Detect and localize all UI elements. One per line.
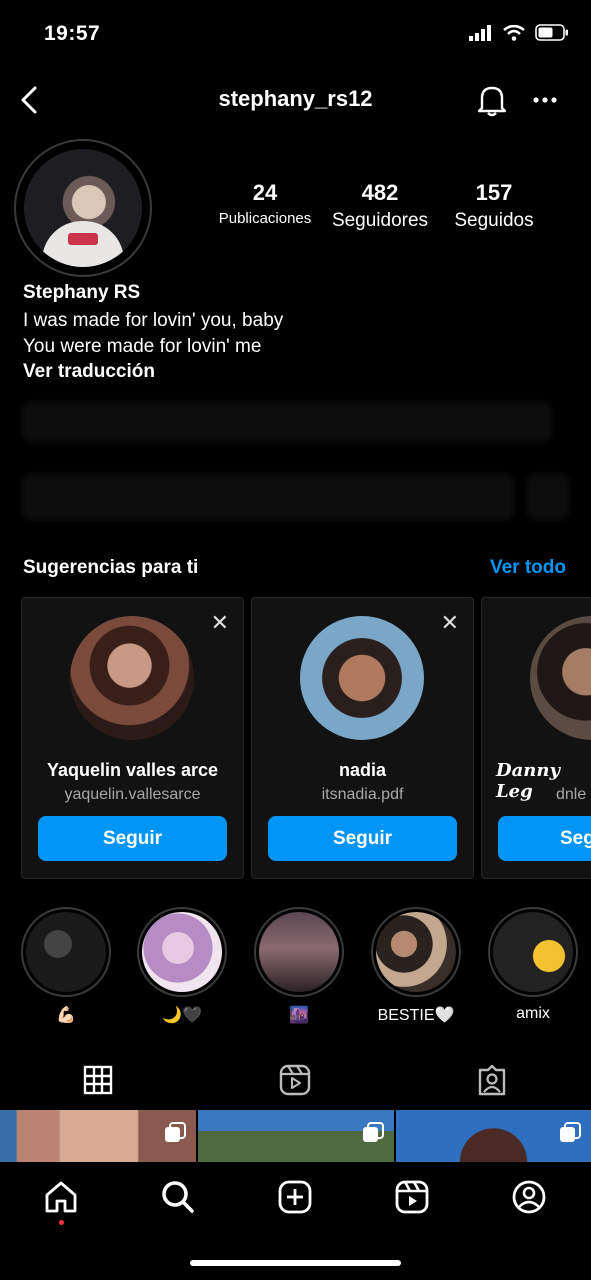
status-icons <box>469 24 569 41</box>
status-time: 19:57 <box>44 22 101 45</box>
highlight-caption: amix <box>516 1005 550 1022</box>
avatar[interactable] <box>24 149 142 267</box>
suggestion-card[interactable]: ✕ Yaquelin valles arce yaquelin.vallesar… <box>21 597 244 879</box>
notification-dot <box>59 1220 64 1225</box>
tab-grid[interactable] <box>68 1062 128 1098</box>
tagged-icon <box>478 1064 506 1096</box>
create-icon <box>278 1180 312 1214</box>
follow-button[interactable]: Seguir <box>268 816 457 861</box>
post-thumbnail[interactable] <box>198 1110 394 1162</box>
battery-icon <box>535 24 568 41</box>
highlight-cover <box>26 912 106 992</box>
translate-link[interactable]: Ver traducción <box>23 361 155 383</box>
highlight-cover <box>376 912 456 992</box>
highlight-item[interactable]: amix <box>487 907 579 1023</box>
nav-home[interactable] <box>31 1177 91 1217</box>
tab-reels[interactable] <box>265 1062 325 1098</box>
blurred-action-buttons <box>22 474 514 520</box>
more-icon <box>533 97 557 103</box>
grid-icon <box>83 1065 113 1095</box>
signal-icon <box>469 24 491 41</box>
post-thumbnail[interactable] <box>0 1110 196 1162</box>
suggestion-card[interactable]: Danny Leg dnle Seg <box>481 597 591 879</box>
highlight-item[interactable]: 🌙🖤 <box>136 907 228 1025</box>
highlight-item[interactable]: 💪🏻 <box>20 907 112 1025</box>
multi-post-icon <box>560 1122 581 1142</box>
highlight-item[interactable]: 🌆 <box>253 907 345 1025</box>
home-icon <box>45 1181 77 1213</box>
tab-tagged[interactable] <box>462 1062 522 1098</box>
bio-line-1: I was made for lovin' you, baby <box>23 310 284 331</box>
reels-icon <box>279 1064 311 1096</box>
suggestion-avatar[interactable] <box>530 616 591 740</box>
highlight-caption: 🌆 <box>289 1007 309 1024</box>
blurred-add-user-button <box>527 474 569 520</box>
nav-profile[interactable] <box>499 1177 559 1217</box>
bio-line-2: You were made for lovin' me <box>23 336 262 357</box>
reels-icon <box>395 1180 429 1214</box>
suggestion-name: nadia <box>338 760 386 780</box>
multi-post-icon <box>165 1122 186 1142</box>
home-indicator <box>190 1260 401 1266</box>
wifi-icon <box>503 24 525 41</box>
highlight-caption: 💪🏻 <box>56 1007 76 1024</box>
stat-posts-count: 24 <box>252 180 278 205</box>
close-icon[interactable]: ✕ <box>211 610 229 636</box>
suggestion-username: yaquelin.vallesarce <box>64 786 201 803</box>
suggestion-name: Yaquelin valles arce <box>46 760 219 780</box>
profile-icon <box>512 1180 546 1214</box>
see-all-link[interactable]: Ver todo <box>490 557 566 579</box>
suggestion-avatar[interactable] <box>300 616 424 740</box>
stat-posts-label: Publicaciones <box>218 210 312 227</box>
suggestion-card[interactable]: ✕ nadia itsnadia.pdf Seguir <box>251 597 474 879</box>
suggestion-username: itsnadia.pdf <box>321 786 404 803</box>
suggestion-username: dnle <box>556 786 587 803</box>
highlight-cover <box>142 912 222 992</box>
display-name: Stephany RS <box>23 282 141 303</box>
stat-followers[interactable]: 482 Seguidores <box>326 180 434 232</box>
notifications-button[interactable] <box>474 82 510 118</box>
suggestion-avatar[interactable] <box>70 616 194 740</box>
follow-button[interactable]: Seguir <box>38 816 227 861</box>
suggestions-title: Sugerencias para ti <box>23 557 199 578</box>
multi-post-icon <box>363 1122 384 1142</box>
highlight-cover <box>259 912 339 992</box>
nav-search[interactable] <box>148 1177 208 1217</box>
highlight-cover <box>493 912 573 992</box>
stat-following[interactable]: 157 Seguidos <box>446 180 542 232</box>
nav-create[interactable] <box>265 1177 325 1217</box>
blurred-followed-by <box>22 402 552 442</box>
stat-posts[interactable]: 24 Publicaciones <box>213 180 317 227</box>
stat-followers-count: 482 <box>361 180 399 205</box>
nav-reels[interactable] <box>382 1177 442 1217</box>
stat-following-label: Seguidos <box>454 210 534 231</box>
search-icon <box>162 1181 194 1213</box>
more-options-button[interactable] <box>530 86 560 114</box>
highlight-caption: BESTIE🤍 <box>377 1007 455 1024</box>
stat-following-count: 157 <box>475 180 513 205</box>
highlight-item[interactable]: BESTIE🤍 <box>370 907 462 1025</box>
bell-icon <box>477 86 507 117</box>
close-icon[interactable]: ✕ <box>441 610 459 636</box>
post-thumbnail[interactable] <box>396 1110 591 1162</box>
highlight-caption: 🌙🖤 <box>162 1007 202 1024</box>
follow-button[interactable]: Seg <box>498 816 591 861</box>
stat-followers-label: Seguidores <box>331 210 429 231</box>
